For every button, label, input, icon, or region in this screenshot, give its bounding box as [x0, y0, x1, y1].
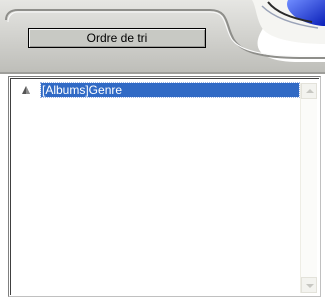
sort-order-panel: Ordre de tri [Albums]Genre: [0, 0, 325, 302]
arrow-down-icon: [306, 284, 314, 288]
sort-criteria-list[interactable]: [Albums]Genre: [8, 76, 321, 297]
list-item[interactable]: [Albums]Genre: [21, 82, 300, 98]
list-item-label: [Albums]Genre: [40, 82, 300, 98]
scroll-down-button[interactable]: [301, 277, 317, 293]
list-viewport: [Albums]Genre: [10, 78, 319, 295]
ascending-triangle-icon[interactable]: [21, 85, 31, 95]
sort-order-button[interactable]: Ordre de tri: [28, 28, 206, 48]
arrow-up-icon: [306, 89, 314, 93]
vertical-scrollbar[interactable]: [300, 83, 317, 293]
scroll-up-button[interactable]: [301, 83, 317, 99]
